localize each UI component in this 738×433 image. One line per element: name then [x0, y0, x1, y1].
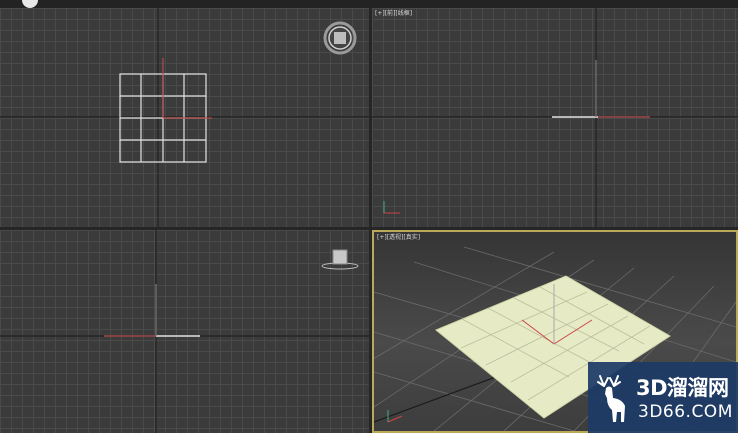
- deer-icon: [597, 375, 625, 422]
- watermark-logo: 3D溜溜网 3D66.COM: [588, 362, 738, 433]
- viewcube-icon: [323, 21, 357, 55]
- left-viewport-canvas: [0, 230, 369, 433]
- viewport-divider-vertical[interactable]: [369, 8, 372, 433]
- watermark-brand: 3D溜溜网: [636, 376, 729, 400]
- viewport-left[interactable]: [0, 230, 369, 433]
- pivot-gizmo-top: [162, 58, 212, 119]
- viewcube-small-icon: [321, 249, 359, 270]
- viewport-divider-horizontal[interactable]: [0, 227, 738, 230]
- viewport-front[interactable]: [+][前][线框]: [372, 8, 738, 227]
- top-viewport-canvas: [0, 8, 369, 227]
- viewport-top[interactable]: [0, 8, 369, 227]
- watermark-site: 3D66.COM: [638, 402, 733, 422]
- app-menu-button[interactable]: [22, 0, 38, 8]
- plane-edge-left: [104, 284, 200, 337]
- front-viewport-canvas: [372, 8, 738, 227]
- axis-tripod-icon: [383, 201, 400, 214]
- top-toolbar: [0, 0, 738, 8]
- plane-edge-front: [552, 60, 650, 118]
